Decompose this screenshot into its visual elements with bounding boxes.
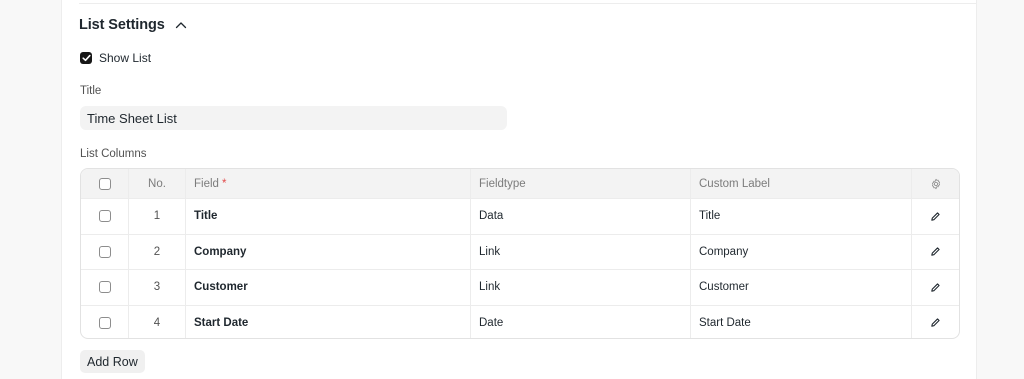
header-fieldtype: Fieldtype <box>471 169 691 198</box>
header-custom-label: Custom Label <box>691 169 912 198</box>
row-no: 2 <box>129 234 186 269</box>
row-checkbox[interactable] <box>98 316 111 329</box>
row-no: 1 <box>129 199 186 234</box>
show-list-checkbox[interactable] <box>80 51 92 64</box>
add-row-button[interactable]: Add Row <box>80 350 145 373</box>
divider <box>79 3 976 4</box>
required-marker: * <box>221 177 227 190</box>
row-field[interactable]: Company <box>186 234 471 269</box>
show-list-label: Show List <box>99 50 152 65</box>
row-field[interactable]: Customer <box>186 270 471 305</box>
pencil-icon[interactable] <box>928 244 944 260</box>
header-field-label: Field <box>194 177 219 190</box>
row-field[interactable]: Start Date <box>186 305 471 338</box>
list-columns-table: No. Field * Fieldtype Custom Label 1 Tit… <box>80 168 960 339</box>
row-no: 3 <box>129 270 186 305</box>
table-header-row: No. Field * Fieldtype Custom Label <box>81 169 959 198</box>
row-edit-cell <box>912 270 959 305</box>
row-custom-label[interactable]: Company <box>691 234 912 269</box>
table-row[interactable]: 2 Company Link Company <box>81 233 959 270</box>
chevron-up-icon[interactable] <box>174 18 188 32</box>
row-fieldtype[interactable]: Date <box>471 305 691 338</box>
header-settings-cell <box>912 169 959 198</box>
row-check-cell <box>81 199 129 234</box>
section-header[interactable]: List Settings <box>79 16 188 34</box>
title-field-label: Title <box>80 85 102 97</box>
pencil-icon[interactable] <box>928 208 944 224</box>
header-field: Field * <box>186 169 471 198</box>
section-title: List Settings <box>79 17 165 33</box>
row-fieldtype[interactable]: Link <box>471 270 691 305</box>
title-input[interactable]: Time Sheet List <box>80 106 507 130</box>
table-row[interactable]: 4 Start Date Date Start Date <box>81 304 959 339</box>
row-checkbox[interactable] <box>98 281 111 294</box>
row-edit-cell <box>912 306 959 339</box>
pencil-icon[interactable] <box>928 315 944 331</box>
table-row[interactable]: 1 Title Data Title <box>81 198 959 234</box>
list-columns-label: List Columns <box>80 148 147 160</box>
row-edit-cell <box>912 199 959 234</box>
gear-icon[interactable] <box>928 176 944 192</box>
row-fieldtype[interactable]: Data <box>471 199 691 234</box>
table-row[interactable]: 3 Customer Link Customer <box>81 269 959 305</box>
row-custom-label[interactable]: Customer <box>691 270 912 305</box>
row-check-cell <box>81 305 129 338</box>
row-fieldtype[interactable]: Link <box>471 234 691 269</box>
list-settings-card: List Settings Show List Title Time Sheet… <box>61 0 977 379</box>
show-list-checkbox-row[interactable]: Show List <box>80 50 151 65</box>
row-check-cell <box>81 270 129 305</box>
row-field[interactable]: Title <box>186 199 471 234</box>
header-no: No. <box>129 169 186 198</box>
row-custom-label[interactable]: Start Date <box>691 305 912 338</box>
select-all-checkbox[interactable] <box>98 177 111 190</box>
row-checkbox[interactable] <box>98 245 111 258</box>
row-custom-label[interactable]: Title <box>691 199 912 234</box>
row-check-cell <box>81 234 129 269</box>
row-edit-cell <box>912 235 959 270</box>
row-checkbox[interactable] <box>98 210 111 223</box>
row-no: 4 <box>129 305 186 338</box>
pencil-icon[interactable] <box>928 279 944 295</box>
header-check-cell <box>81 169 129 198</box>
